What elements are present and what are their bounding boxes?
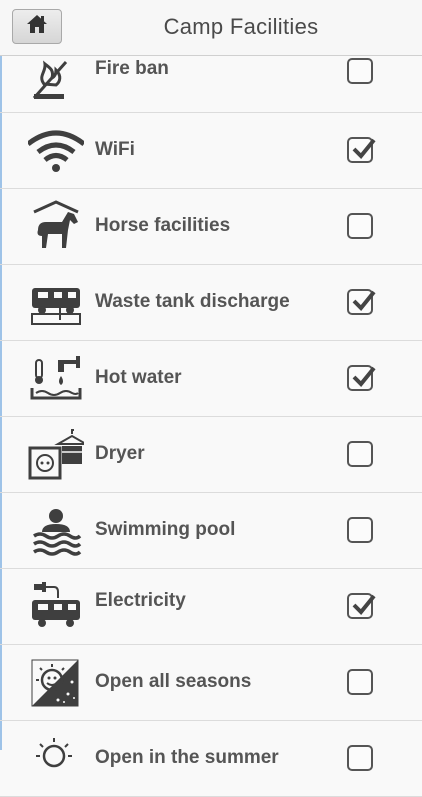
open-all-seasons-checkbox[interactable] bbox=[347, 669, 373, 695]
facility-label: WiFi bbox=[95, 139, 135, 160]
electricity-icon bbox=[28, 580, 84, 634]
facility-label: Open in the summer bbox=[95, 747, 279, 768]
facility-label: Horse facilities bbox=[95, 215, 231, 236]
home-icon bbox=[26, 14, 48, 39]
facility-label: Fire ban bbox=[95, 58, 169, 79]
facility-label: Swimming pool bbox=[95, 519, 236, 540]
facilities-list[interactable]: Fire ban WiFi Horse facilities Waste tan… bbox=[0, 0, 422, 797]
facility-label: Dryer bbox=[95, 443, 145, 464]
fire-ban-checkbox[interactable] bbox=[347, 58, 373, 84]
waste-tank-checkbox[interactable] bbox=[347, 289, 376, 315]
facility-row-open-all-seasons[interactable]: Open all seasons bbox=[0, 645, 422, 721]
home-button[interactable] bbox=[12, 9, 62, 44]
facility-row-horse[interactable]: Horse facilities bbox=[0, 189, 422, 265]
swimming-pool-checkbox[interactable] bbox=[347, 517, 373, 543]
horse-checkbox[interactable] bbox=[347, 213, 373, 239]
facility-row-swimming-pool[interactable]: Swimming pool bbox=[0, 493, 422, 569]
dryer-icon bbox=[28, 428, 90, 482]
swimming-pool-icon bbox=[28, 504, 84, 558]
summer-icon bbox=[28, 732, 84, 786]
fire-ban-icon bbox=[28, 48, 84, 102]
facility-row-wifi[interactable]: WiFi bbox=[0, 113, 422, 189]
open-summer-checkbox[interactable] bbox=[347, 745, 373, 771]
wifi-icon bbox=[26, 124, 86, 178]
facility-row-dryer[interactable]: Dryer bbox=[0, 417, 422, 493]
hot-water-checkbox[interactable] bbox=[347, 365, 376, 391]
facility-row-waste-tank[interactable]: Waste tank discharge bbox=[0, 265, 422, 341]
facility-row-hot-water[interactable]: Hot water bbox=[0, 341, 422, 417]
facility-label: Open all seasons bbox=[95, 671, 252, 692]
horse-icon bbox=[28, 200, 84, 254]
facility-label: Hot water bbox=[95, 367, 182, 388]
dryer-checkbox[interactable] bbox=[347, 441, 373, 467]
hot-water-icon bbox=[28, 352, 84, 406]
waste-tank-icon bbox=[28, 276, 84, 330]
electricity-checkbox[interactable] bbox=[347, 593, 376, 619]
facility-label: Waste tank discharge bbox=[95, 291, 290, 312]
facility-row-electricity[interactable]: Electricity bbox=[0, 569, 422, 645]
page-title: Camp Facilities bbox=[163, 14, 319, 39]
facility-label: Electricity bbox=[95, 590, 186, 611]
app-header: Camp Facilities bbox=[0, 0, 422, 56]
facility-row-open-summer[interactable]: Open in the summer bbox=[0, 721, 422, 797]
wifi-checkbox[interactable] bbox=[347, 137, 376, 163]
all-seasons-icon bbox=[28, 656, 84, 710]
